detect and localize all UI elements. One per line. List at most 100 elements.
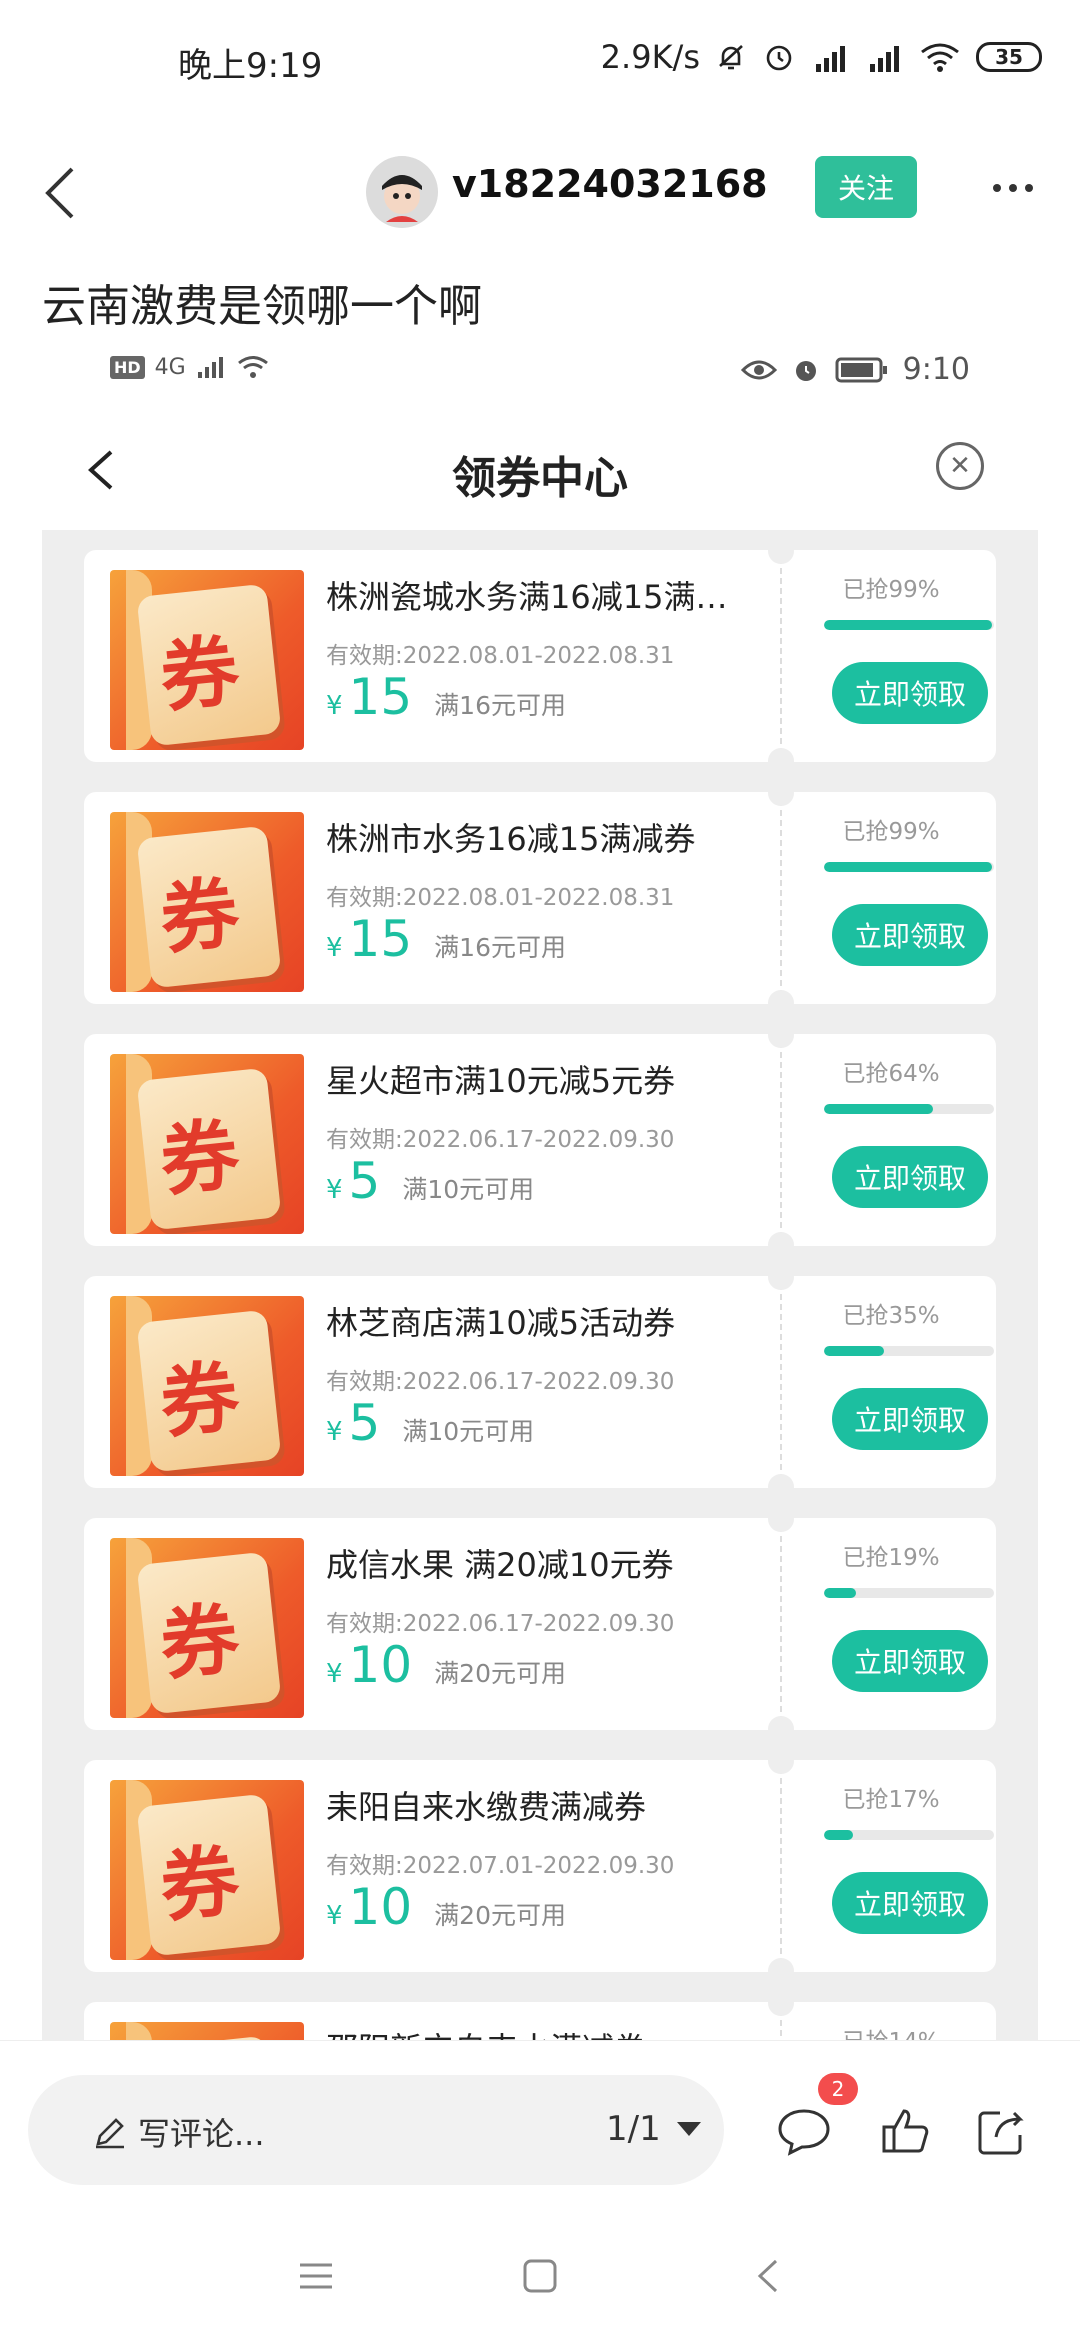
comment-bar: 写评论... 1/1 2 — [0, 2040, 1080, 2206]
username[interactable]: v18224032168 — [452, 162, 768, 206]
grab-progress-bar — [824, 862, 994, 872]
coupon-char: 券 — [156, 1594, 244, 1692]
currency-symbol: ¥ — [326, 1659, 343, 1689]
profile-header: v18224032168 关注 — [0, 118, 1080, 268]
coupon-validity: 有效期:2022.08.01-2022.08.31 — [326, 643, 675, 669]
coupon-price: ¥5 满10元可用 — [326, 1152, 534, 1210]
network-type: 4G — [154, 354, 186, 380]
grab-percentage: 已抢35% — [842, 1303, 940, 1329]
battery-indicator: 35 — [976, 42, 1042, 72]
comment-input[interactable]: 写评论... 1/1 — [28, 2075, 724, 2185]
coupon-amount: 15 — [348, 668, 413, 726]
coupon-char: 券 — [156, 1110, 244, 1208]
network-speed: 2.9K/s — [600, 38, 700, 76]
status-time: 晚上9:19 — [178, 46, 323, 86]
like-button[interactable] — [876, 2101, 936, 2161]
menu-button[interactable] — [288, 2248, 344, 2304]
alarm-icon — [762, 40, 796, 74]
back-arrow-icon — [45, 167, 74, 219]
back-button[interactable] — [20, 118, 100, 268]
share-icon — [978, 2111, 1024, 2155]
comment-button[interactable] — [774, 2101, 834, 2161]
grab-progress-bar — [824, 1104, 994, 1114]
claim-button[interactable]: 立即领取 — [832, 662, 988, 724]
page-selector[interactable]: 1/1 — [606, 2109, 701, 2149]
coupon-condition: 满16元可用 — [434, 691, 566, 720]
coupon-char: 券 — [156, 626, 244, 724]
signal-icon — [197, 357, 223, 378]
grab-percentage: 已抢99% — [842, 577, 940, 603]
grab-progress-fill — [824, 1346, 884, 1356]
coupon-card[interactable]: 券成信水果 满20减10元券 有效期:2022.06.17-2022.09.30 ¥… — [84, 1506, 996, 1742]
claim-button[interactable]: 立即领取 — [832, 904, 988, 966]
share-button[interactable] — [972, 2101, 1032, 2161]
coupon-card[interactable]: 券 株洲瓷城水务满16减15满… 有效期:2022.08.01-2022.08.31… — [84, 538, 996, 774]
coupon-validity: 有效期:2022.06.17-2022.09.30 — [326, 1611, 675, 1637]
coupon-title: 成信水果 满20减10元券 — [326, 1546, 674, 1584]
battery-icon — [835, 357, 887, 382]
coupon-card[interactable]: 券 星火超市满10元减5元券有效期:2022.06.17-2022.09.30 ¥5… — [84, 1022, 996, 1258]
coupon-title: 林芝商店满10减5活动券 — [326, 1304, 676, 1342]
status-right: 2.9K/s 35 — [601, 38, 1042, 76]
card-notch — [768, 1958, 794, 1984]
coupon-card[interactable]: 券株洲市水务16减15满减券 有效期:2022.08.01-2022.08.31 ¥… — [84, 780, 996, 1016]
thumbs-up-icon — [882, 2109, 929, 2153]
coupon-condition: 满10元可用 — [402, 1175, 535, 1204]
signal-icon-2 — [864, 40, 904, 74]
grab-progress-fill — [824, 620, 993, 630]
claim-button[interactable]: 立即领取 — [832, 1146, 988, 1208]
coupon-list: 券 株洲瓷城水务满16减15满… 有效期:2022.08.01-2022.08.31… — [42, 530, 1038, 2050]
wifi-icon — [237, 356, 268, 378]
currency-symbol: ¥ — [326, 691, 343, 721]
card-notch — [768, 1474, 794, 1500]
comment-placeholder-text: 写评论... — [138, 2115, 265, 2153]
coupon-title: 星火超市满10元减5元券 — [326, 1062, 676, 1100]
status-bar: 晚上9:19 2.9K/s 35 — [0, 0, 1080, 118]
coupon-amount: 10 — [348, 1636, 413, 1694]
coupon-card[interactable]: 券林芝商店满10减5活动券 有效期:2022.06.17-2022.09.30 ¥5… — [84, 1264, 996, 1500]
claim-button[interactable]: 立即领取 — [832, 1630, 988, 1692]
coupon-char: 券 — [156, 1836, 244, 1934]
follow-button[interactable]: 关注 — [815, 156, 917, 218]
coupon-card[interactable]: 券 耒阳自来水缴费满减券 有效期:2022.07.01-2022.09.30 ¥10 满… — [84, 1748, 996, 1984]
avatar[interactable] — [366, 156, 438, 228]
system-back-button[interactable] — [740, 2248, 796, 2304]
mute-bell-icon — [714, 40, 748, 74]
coupon-char: 券 — [156, 868, 244, 966]
claim-button[interactable]: 立即领取 — [832, 1388, 988, 1450]
grab-percentage: 已抢64% — [842, 1061, 940, 1087]
coupon-condition: 满20元可用 — [434, 1901, 566, 1930]
coupon-center-title: 领券中心 — [452, 453, 628, 504]
grab-progress-bar — [824, 1588, 994, 1598]
home-button[interactable] — [512, 2248, 568, 2304]
coupon-price: ¥10 满20元可用 — [326, 1636, 566, 1694]
pencil-icon — [96, 2118, 124, 2149]
coupon-amount: 10 — [348, 1878, 413, 1936]
more-options-button[interactable] — [978, 158, 1048, 218]
claim-button[interactable]: 立即领取 — [832, 1872, 988, 1934]
grab-progress-bar — [824, 1830, 994, 1840]
grab-progress-fill — [824, 862, 993, 872]
dashed-divider — [780, 1042, 782, 1238]
more-dot-icon — [993, 184, 1001, 192]
card-notch — [768, 1506, 794, 1532]
card-notch — [768, 990, 794, 1016]
coupon-condition: 满10元可用 — [402, 1417, 535, 1446]
card-notch — [768, 1716, 794, 1742]
coupon-validity: 有效期:2022.06.17-2022.09.30 — [326, 1127, 675, 1153]
coupon-center-nav: 领券中心 ✕ — [0, 420, 1080, 520]
coupon-title: 株洲瓷城水务满16减15满… — [326, 578, 728, 616]
grab-progress-fill — [824, 1104, 933, 1114]
currency-symbol: ¥ — [326, 1901, 343, 1931]
coupon-title: 株洲市水务16减15满减券 — [326, 820, 696, 858]
more-dot-icon — [1009, 184, 1017, 192]
coupon-amount: 5 — [348, 1394, 381, 1452]
grab-progress-fill — [824, 1830, 853, 1840]
close-icon[interactable]: ✕ — [936, 442, 984, 490]
coupon-image: 券 — [110, 1296, 304, 1476]
back-arrow-icon — [757, 2259, 778, 2293]
menu-icon — [300, 2263, 332, 2289]
coupon-validity: 有效期:2022.06.17-2022.09.30 — [326, 1369, 675, 1395]
coupon-validity: 有效期:2022.07.01-2022.09.30 — [326, 1853, 675, 1879]
coupon-price: ¥15 满16元可用 — [326, 910, 566, 968]
